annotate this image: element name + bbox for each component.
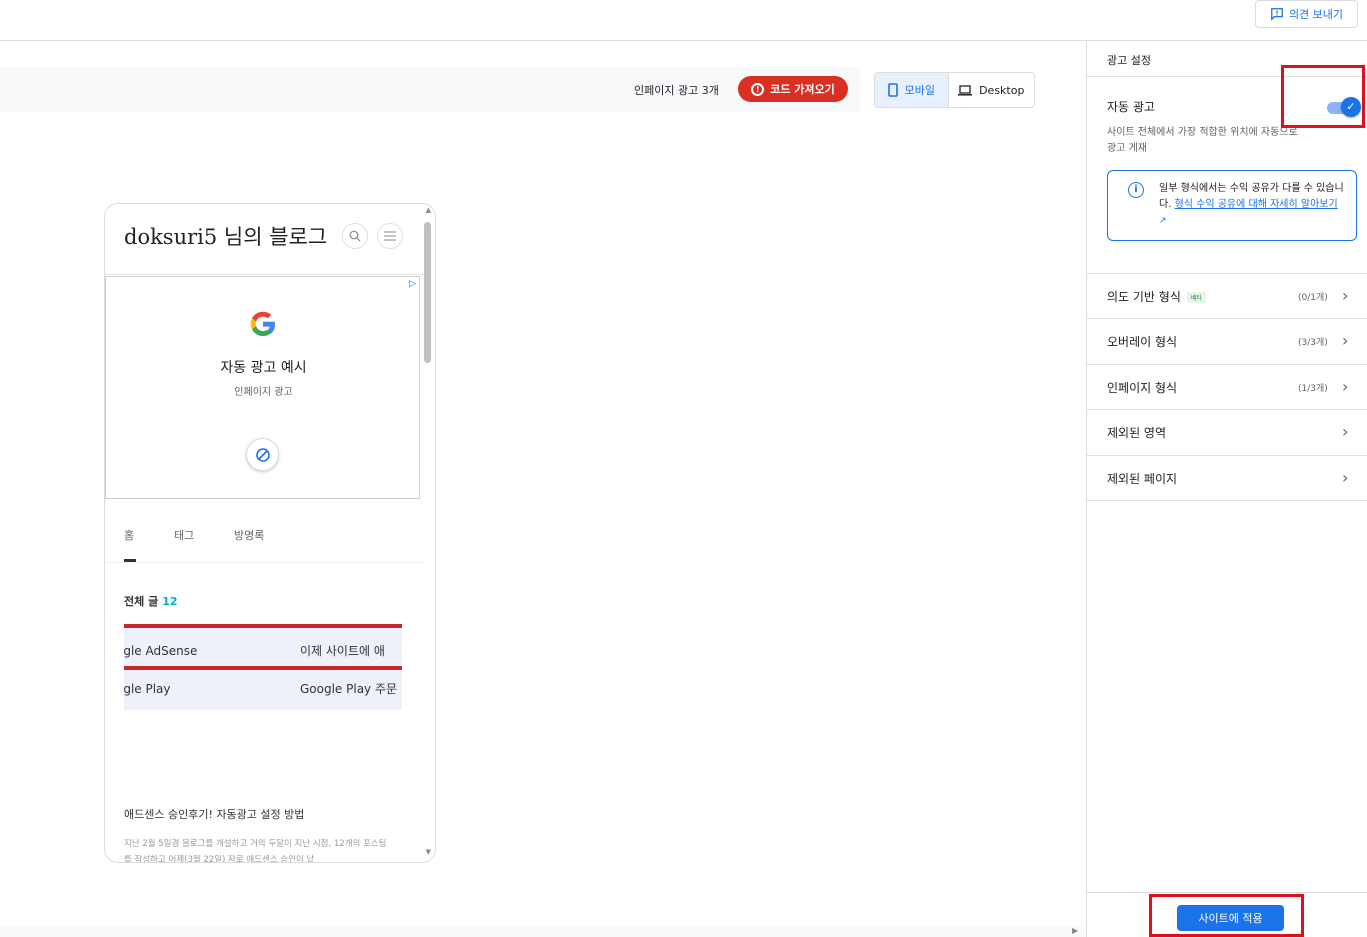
scroll-up-icon[interactable]: ▲ [426,206,431,214]
row-excluded-pages[interactable]: 제외된 페이지 › [1087,456,1367,501]
row-label: 의도 기반 형식 베타 [1107,288,1206,305]
preview-toolbar [0,67,860,112]
beta-badge: 베타 [1186,292,1206,303]
feedback-label: 의견 보내기 [1288,8,1344,21]
row-inpage-formats[interactable]: 인페이지 형식 (1/3개) › [1087,365,1367,410]
row-overlay-formats[interactable]: 오버레이 형식 (3/3개) › [1087,319,1367,365]
chevron-right-icon: › [1342,331,1349,350]
anchor-ad-right-text: Google Play 주문 [300,682,398,696]
sample-ad: ▷ 자동 광고 예시 인페이지 광고 [105,276,420,499]
row-label: 제외된 페이지 [1107,472,1178,486]
auto-ads-title: 자동 광고 [1107,100,1155,114]
row-excluded-areas[interactable]: 제외된 영역 › [1087,410,1367,456]
post-title[interactable]: 애드센스 승인후기! 자동광고 설정 방법 [124,806,304,822]
divider [1087,892,1367,893]
anchor-ad-preview: ogle AdSense 이제 사이트에 애 ogle Play Google … [124,624,402,710]
chevron-right-icon: › [1342,468,1349,487]
info-icon: i [1128,182,1144,198]
block-ad-button[interactable] [246,438,279,471]
post-excerpt: 지난 2월 5일경 블로그를 개설하고 거의 두달이 지난 시점, 12개의 포… [124,839,387,863]
ad-title: 자동 광고 예시 [220,360,307,376]
device-desktop-label: Desktop [979,83,1025,97]
blog-tab-home[interactable]: 홈 [124,527,174,543]
divider [105,562,425,563]
horizontal-scrollbar[interactable] [0,927,1086,937]
feedback-button[interactable]: 의견 보내기 [1255,0,1358,28]
ad-subtitle: 인페이지 광고 [234,387,293,398]
blog-tab-guestbook[interactable]: 방명록 [234,527,264,543]
external-link-icon: ↗ [1159,216,1167,226]
anchor-ad-left-text: ogle Play [124,682,171,696]
inpage-ad-count: 인페이지 광고 3개 [634,84,719,97]
warning-icon: ! [751,82,765,96]
divider [105,274,425,275]
scroll-down-icon[interactable]: ▼ [426,848,431,856]
info-notice: i 일부 형식에서는 수익 공유가 다를 수 있습니다. 형식 수익 공유에 대… [1107,170,1357,241]
row-count: (3/3개) [1298,338,1328,348]
panel-title: 광고 설정 [1107,54,1151,67]
row-intent-formats[interactable]: 의도 기반 형식 베타 (0/1개) › [1087,274,1367,319]
device-toggle: 모바일 Desktop [874,72,1035,108]
highlight-box [1281,65,1365,128]
google-logo-icon [250,311,276,336]
device-mobile-button[interactable]: 모바일 [875,73,949,107]
row-count: (0/1개) [1298,293,1328,303]
scrollbar-thumb[interactable] [424,222,431,363]
row-label: 인페이지 형식 [1107,381,1178,395]
auto-ads-description: 사이트 전체에서 가장 적합한 위치에 자동으로 광고 게재 [1107,127,1298,154]
top-bar: 의견 보내기 [0,0,1367,41]
highlight-box [1149,894,1304,937]
device-mobile-label: 모바일 [904,84,935,97]
get-code-button[interactable]: ! 코드 가져오기 [738,76,848,102]
ad-settings-panel: 광고 설정 자동 광고 사이트 전체에서 가장 적합한 위치에 자동으로 광고 … [1086,41,1367,937]
learn-more-link[interactable]: 형식 수익 공유에 대해 자세히 알아보기 [1175,199,1338,210]
menu-icon[interactable] [377,223,403,249]
row-label: 제외된 영역 [1107,426,1167,440]
blog-tabs: 홈 태그 방명록 [124,527,264,543]
feedback-icon [1271,8,1283,21]
device-desktop-button[interactable]: Desktop [949,73,1034,107]
row-count: (1/3개) [1298,384,1328,394]
row-label: 오버레이 형식 [1107,335,1178,349]
anchor-ad-row[interactable]: ogle Play Google Play 주문 [124,670,402,710]
blog-tab-tags[interactable]: 태그 [174,527,234,543]
adchoices-icon[interactable]: ▷ [409,279,416,289]
blog-title: doksuri5 님의 블로그 [124,225,328,249]
search-icon[interactable] [342,223,368,249]
get-code-label: 코드 가져오기 [770,83,835,96]
chevron-right-icon: › [1342,422,1349,441]
chevron-right-icon: › [1342,286,1349,305]
chevron-right-icon: › [1342,377,1349,396]
posts-count: 12 [162,595,178,608]
info-text: 일부 형식에서는 수익 공유가 다를 수 있습니다. 형식 수익 공유에 대해 … [1159,181,1345,229]
block-icon [255,447,270,462]
posts-label: 전체 글 [124,595,159,608]
laptop-icon [958,84,973,96]
posts-heading: 전체 글 12 [124,593,178,609]
mobile-preview-frame: doksuri5 님의 블로그 ▷ 자동 광고 예시 인페이지 광고 홈 태그 … [104,203,436,863]
phone-icon [887,83,898,97]
scroll-right-icon[interactable]: ▶ [1072,926,1078,935]
anchor-ad-row[interactable]: ogle AdSense 이제 사이트에 애 [124,628,402,666]
